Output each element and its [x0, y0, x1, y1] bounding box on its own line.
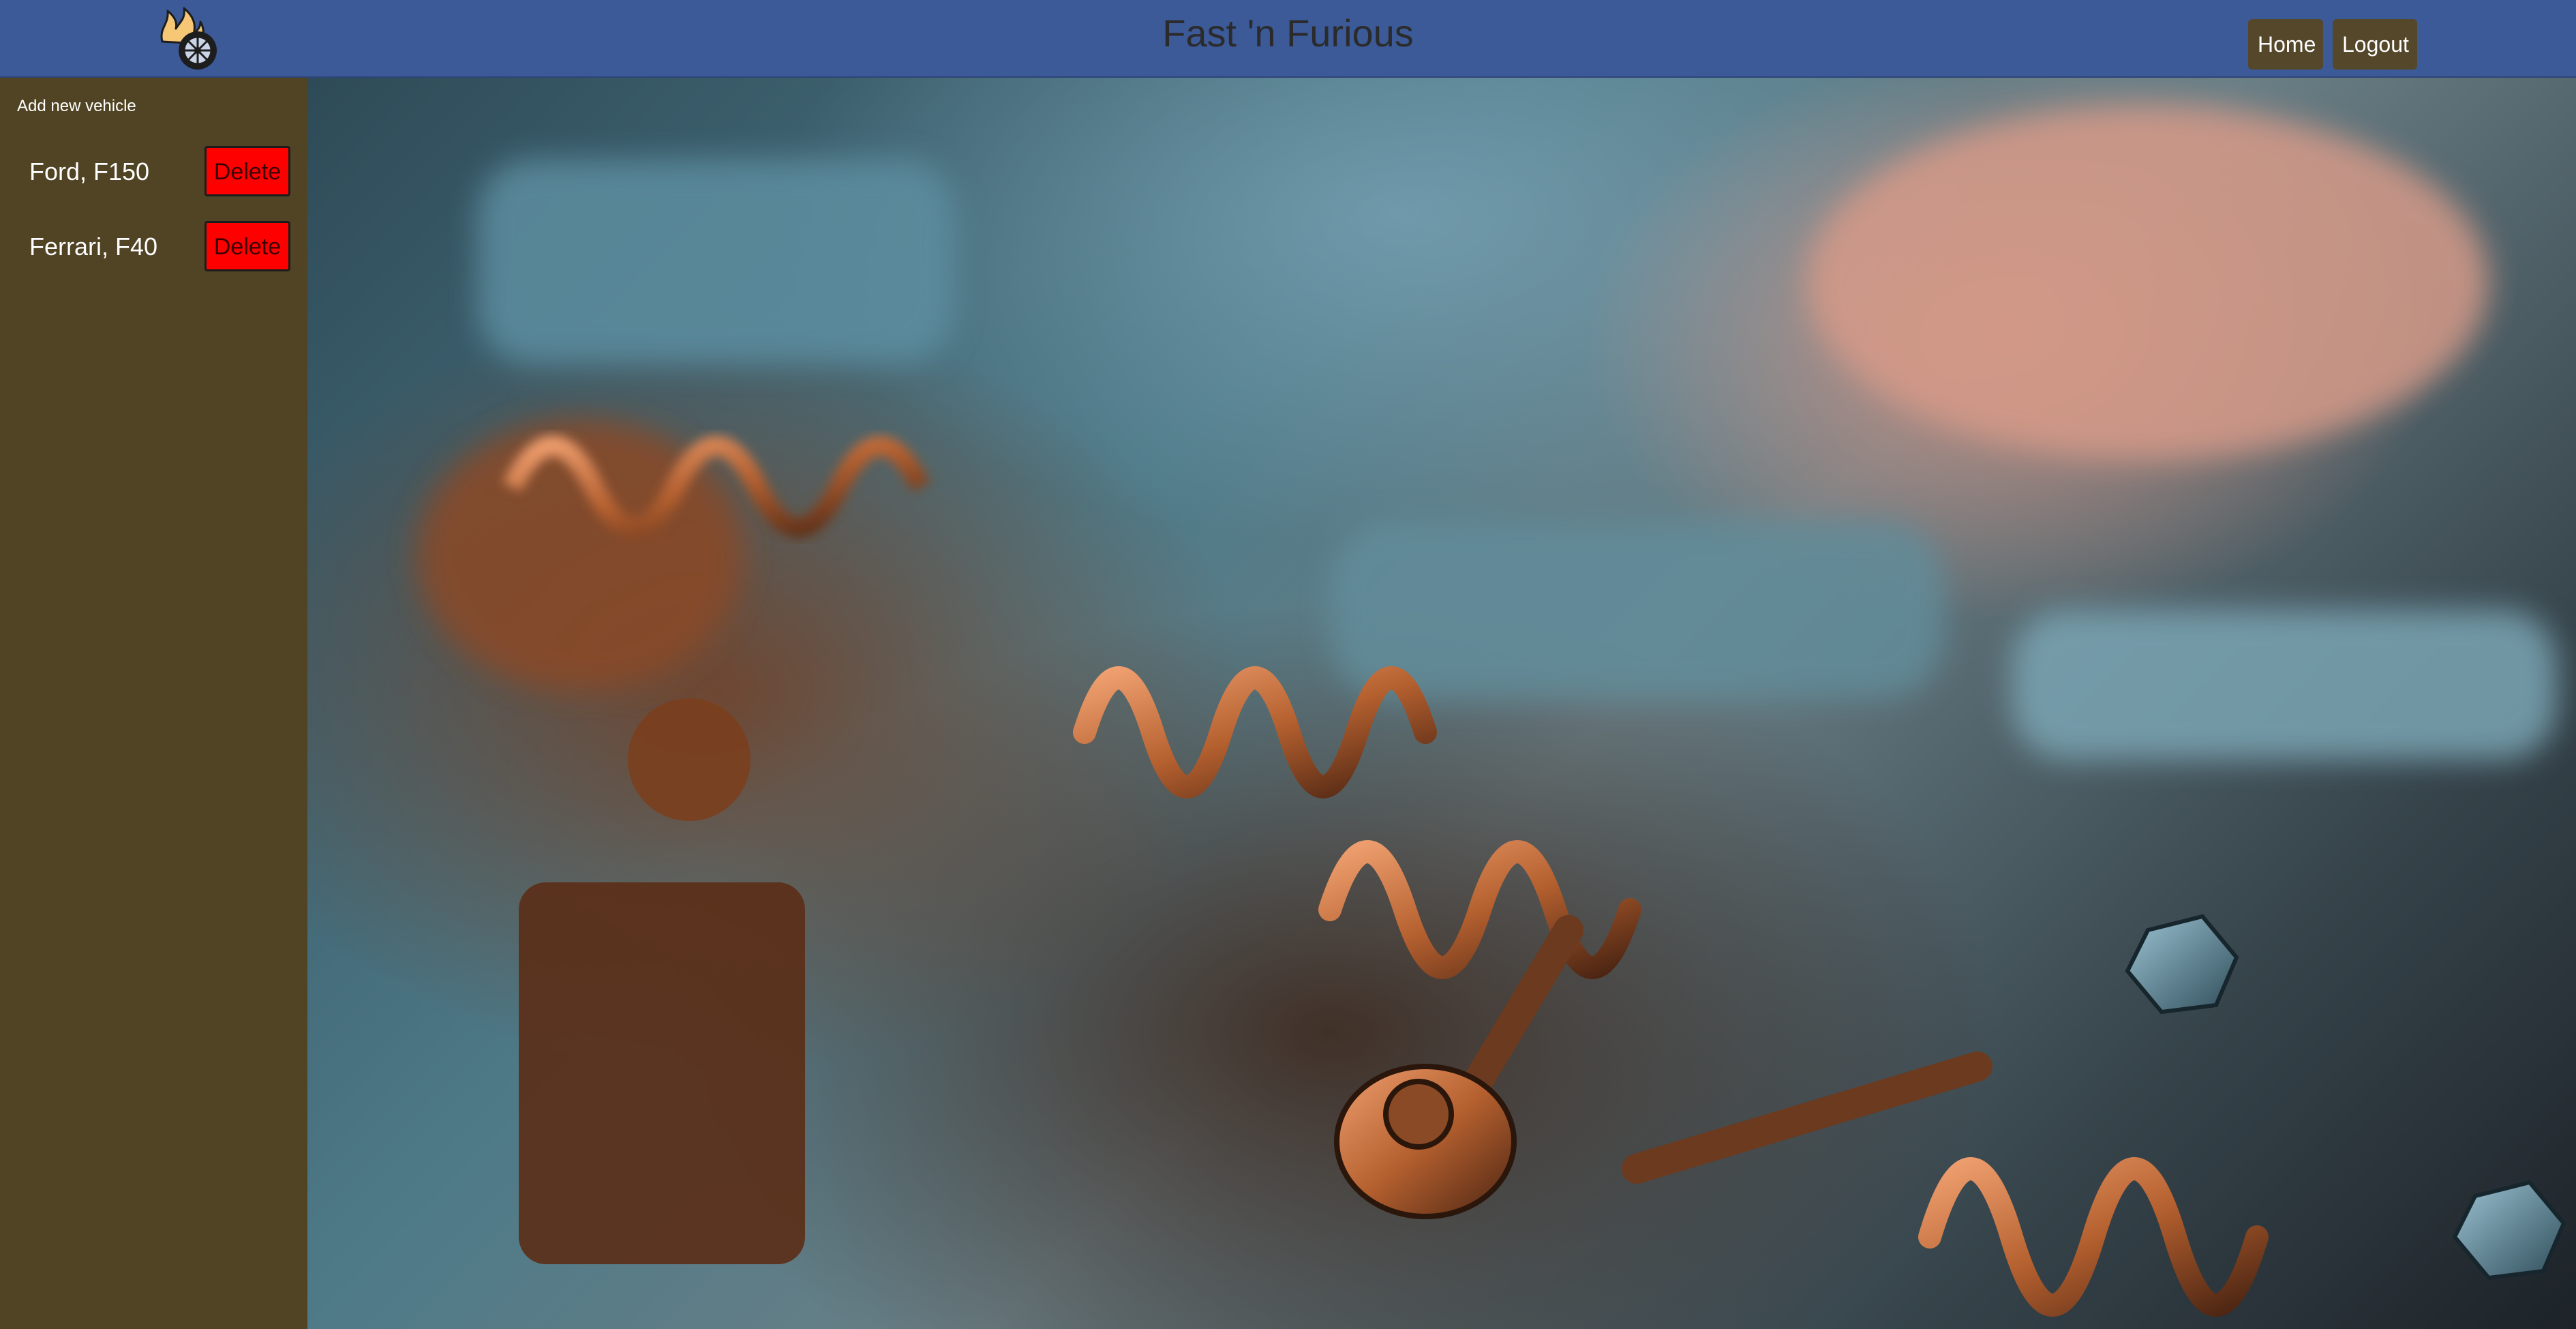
top-bar: Fast 'n Furious Home Logout [0, 0, 2576, 78]
vehicle-list-item: Ferrari, F40 Delete [0, 221, 307, 271]
app-title: Fast 'n Furious [1162, 12, 1414, 55]
vehicle-name[interactable]: Ferrari, F40 [29, 233, 157, 261]
delete-vehicle-button[interactable]: Delete [204, 146, 290, 196]
add-vehicle-link[interactable]: Add new vehicle [17, 97, 136, 116]
home-button[interactable]: Home [2248, 19, 2323, 70]
app-page: Fast 'n Furious Home Logout Add new vehi… [0, 0, 2576, 1329]
vehicle-sidebar: Add new vehicle Ford, F150 Delete Ferrar… [0, 78, 307, 1329]
engine-background-image [307, 78, 2576, 1329]
logout-button[interactable]: Logout [2333, 19, 2417, 70]
vehicle-list-item: Ford, F150 Delete [0, 146, 307, 196]
delete-vehicle-button[interactable]: Delete [204, 221, 290, 271]
engine-illustration [416, 105, 2566, 1317]
vehicle-name[interactable]: Ford, F150 [29, 158, 149, 186]
